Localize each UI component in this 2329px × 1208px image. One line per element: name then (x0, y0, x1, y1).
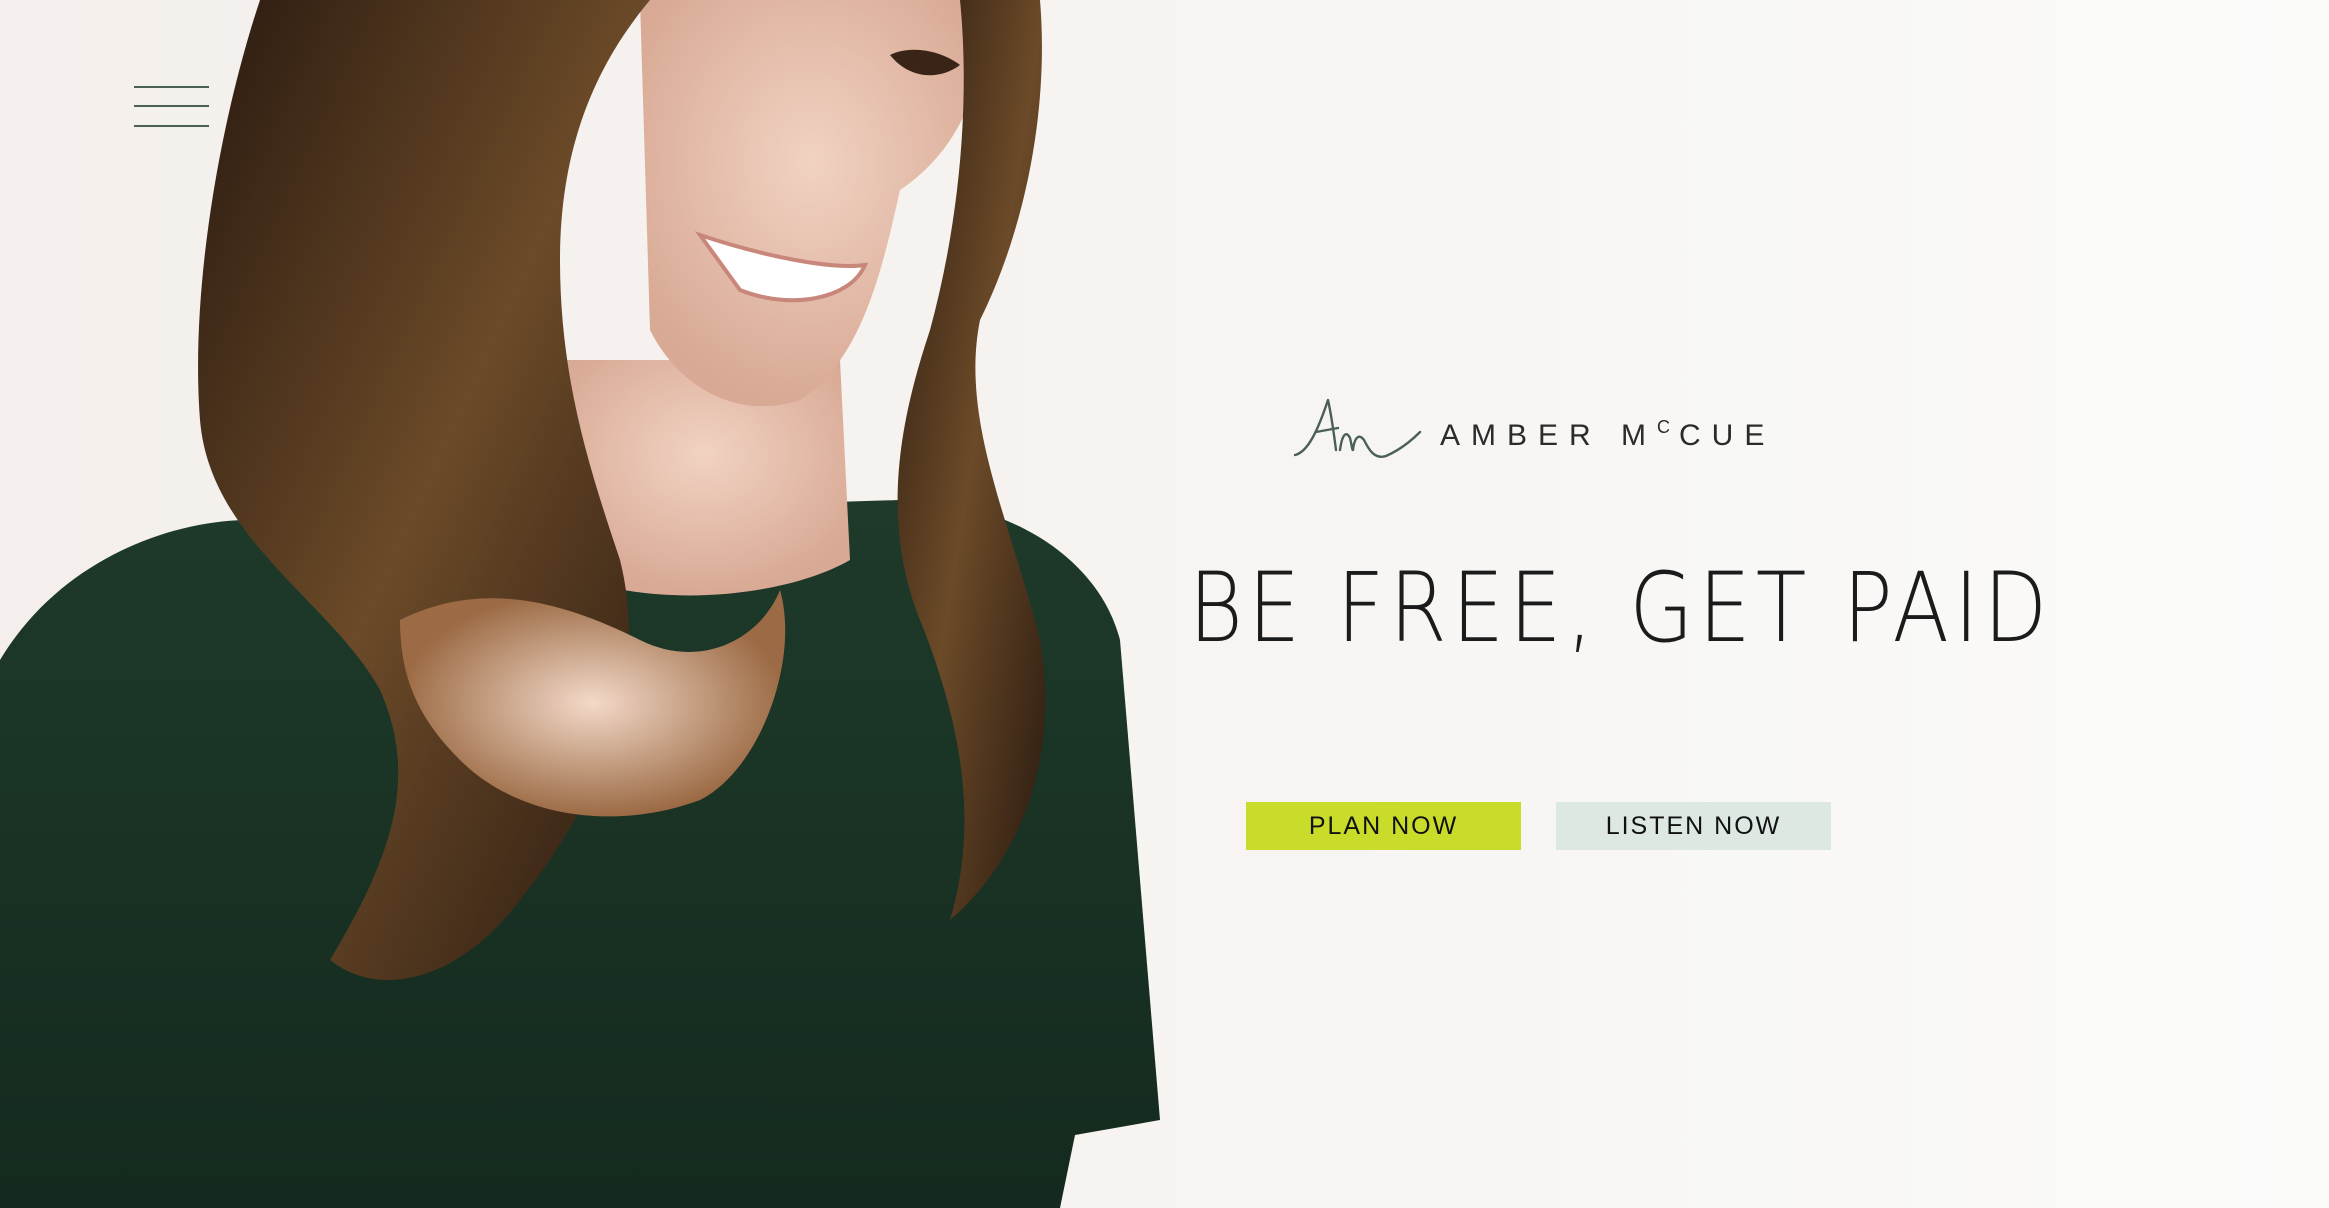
menu-line (134, 125, 209, 127)
page-headline: BE FREE, GET PAID (1188, 552, 2053, 664)
listen-now-button[interactable]: LISTEN NOW (1556, 802, 1831, 850)
brand-name-main: AMBER M (1440, 419, 1658, 452)
menu-line (134, 86, 209, 88)
brand-logo[interactable]: Am AMBER MCCUE (1290, 390, 1770, 470)
monogram-signature-icon: Am (1293, 398, 1422, 458)
brand-name-tail: CUE (1679, 419, 1776, 452)
brand-name: AMBER MCCUE (1440, 417, 1775, 453)
brand-name-super: C (1657, 417, 1680, 437)
menu-line (134, 105, 209, 107)
hamburger-menu-icon[interactable] (130, 82, 212, 132)
hero-section: Am AMBER MCCUE BE FREE, GET PAID PLAN NO… (0, 0, 2329, 1208)
plan-now-button[interactable]: PLAN NOW (1246, 802, 1521, 850)
